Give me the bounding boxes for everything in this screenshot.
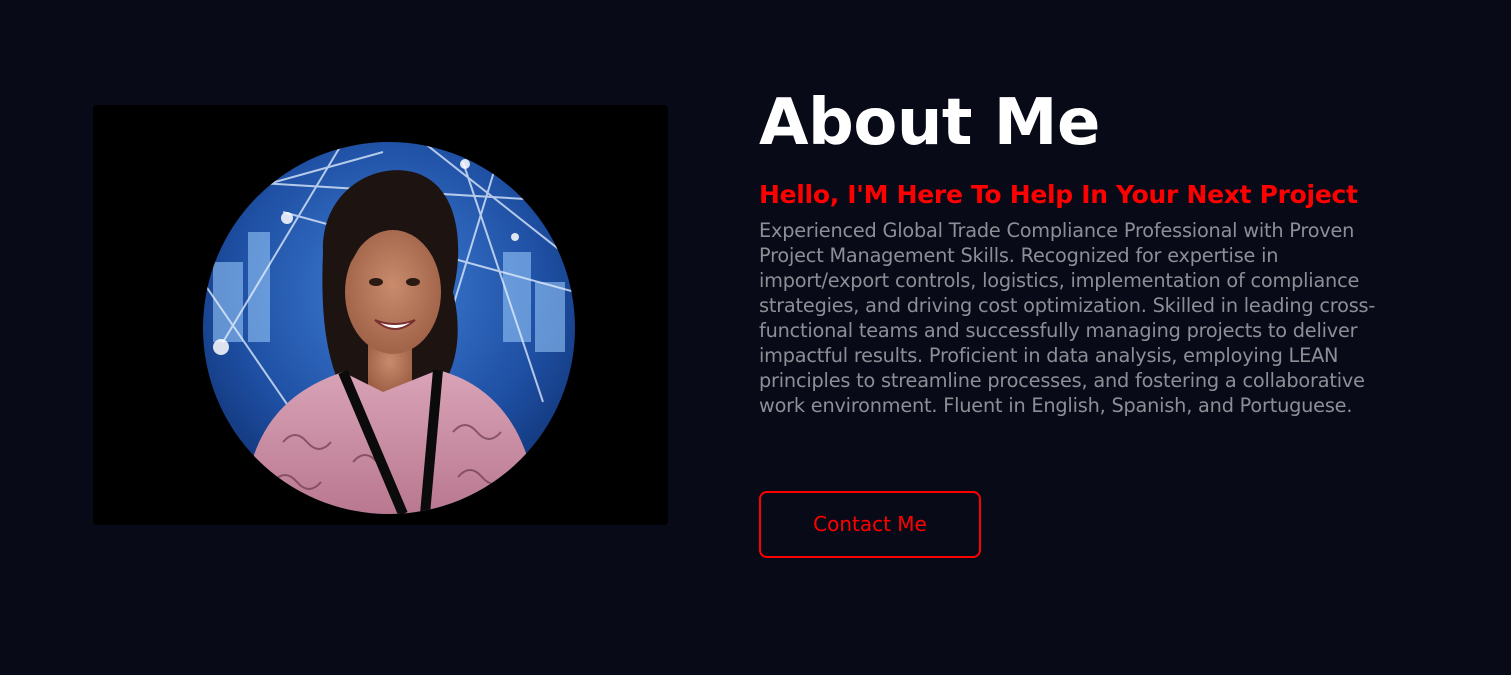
profile-photo [203, 142, 575, 514]
contact-me-button[interactable]: Contact Me [759, 491, 981, 558]
subtitle: Hello, I'M Here To Help In Your Next Pro… [759, 180, 1358, 209]
page-title: About Me [759, 86, 1100, 160]
profile-photo-frame [93, 105, 668, 525]
about-section: About Me Hello, I'M Here To Help In Your… [0, 0, 1511, 675]
about-content: About Me Hello, I'M Here To Help In Your… [759, 80, 1399, 418]
bio-text: Experienced Global Trade Compliance Prof… [759, 219, 1376, 417]
